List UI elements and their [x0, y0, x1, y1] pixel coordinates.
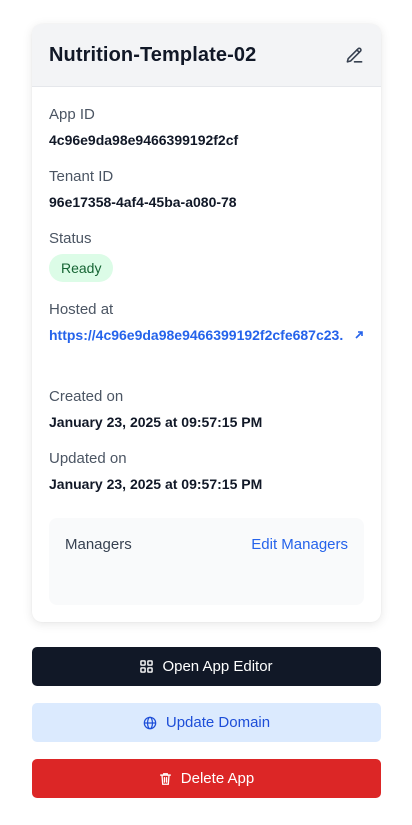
hosted-at-field: Hosted at https://4c96e9da98e9466399192f…	[49, 301, 364, 344]
updated-on-label: Updated on	[49, 450, 127, 467]
tenant-id-field: Tenant ID 96e17358-4af4-45ba-a080-78	[49, 168, 364, 211]
created-on-label: Created on	[49, 388, 124, 405]
updated-on-field: Updated on January 23, 2025 at 09:57:15 …	[49, 450, 364, 493]
app-title: Nutrition-Template-02	[49, 43, 257, 66]
update-domain-button[interactable]: Update Domain	[32, 703, 381, 742]
app-id-field: App ID 4c96e9da98e9466399192f2cf	[49, 106, 364, 149]
hosted-url-link[interactable]: https://4c96e9da98e9466399192f2cfe687c23…	[49, 326, 364, 344]
delete-app-label: Delete App	[180, 770, 255, 787]
tenant-id-value: 96e17358-4af4-45ba-a080-78	[49, 194, 237, 210]
status-label: Status	[49, 230, 92, 247]
status-field: Status Ready	[49, 230, 364, 282]
app-id-label: App ID	[49, 106, 95, 123]
app-details-card: Nutrition-Template-02 App ID 4c96e9da98e…	[32, 24, 381, 622]
trash-icon	[159, 772, 172, 786]
created-on-field: Created on January 23, 2025 at 09:57:15 …	[49, 388, 364, 431]
edit-managers-link[interactable]: Edit Managers	[251, 536, 348, 553]
tenant-id-label: Tenant ID	[49, 168, 114, 185]
globe-icon	[143, 716, 157, 730]
managers-label: Managers	[65, 536, 132, 553]
app-id-value: 4c96e9da98e9466399192f2cf	[49, 132, 239, 148]
external-link-icon	[355, 331, 363, 339]
created-on-value: January 23, 2025 at 09:57:15 PM	[49, 414, 263, 430]
card-header: Nutrition-Template-02	[32, 24, 381, 87]
open-app-editor-label: Open App Editor	[162, 658, 273, 675]
edit-app-button[interactable]	[343, 44, 365, 66]
managers-section: Managers Edit Managers	[49, 518, 364, 605]
delete-app-button[interactable]: Delete App	[32, 759, 381, 798]
status-badge: Ready	[49, 254, 114, 282]
updated-on-value: January 23, 2025 at 09:57:15 PM	[49, 476, 263, 492]
update-domain-label: Update Domain	[165, 714, 271, 731]
hosted-at-label: Hosted at	[49, 301, 114, 318]
pencil-square-icon	[346, 47, 362, 63]
grid-icon	[140, 660, 154, 673]
open-app-editor-button[interactable]: Open App Editor	[32, 647, 381, 686]
